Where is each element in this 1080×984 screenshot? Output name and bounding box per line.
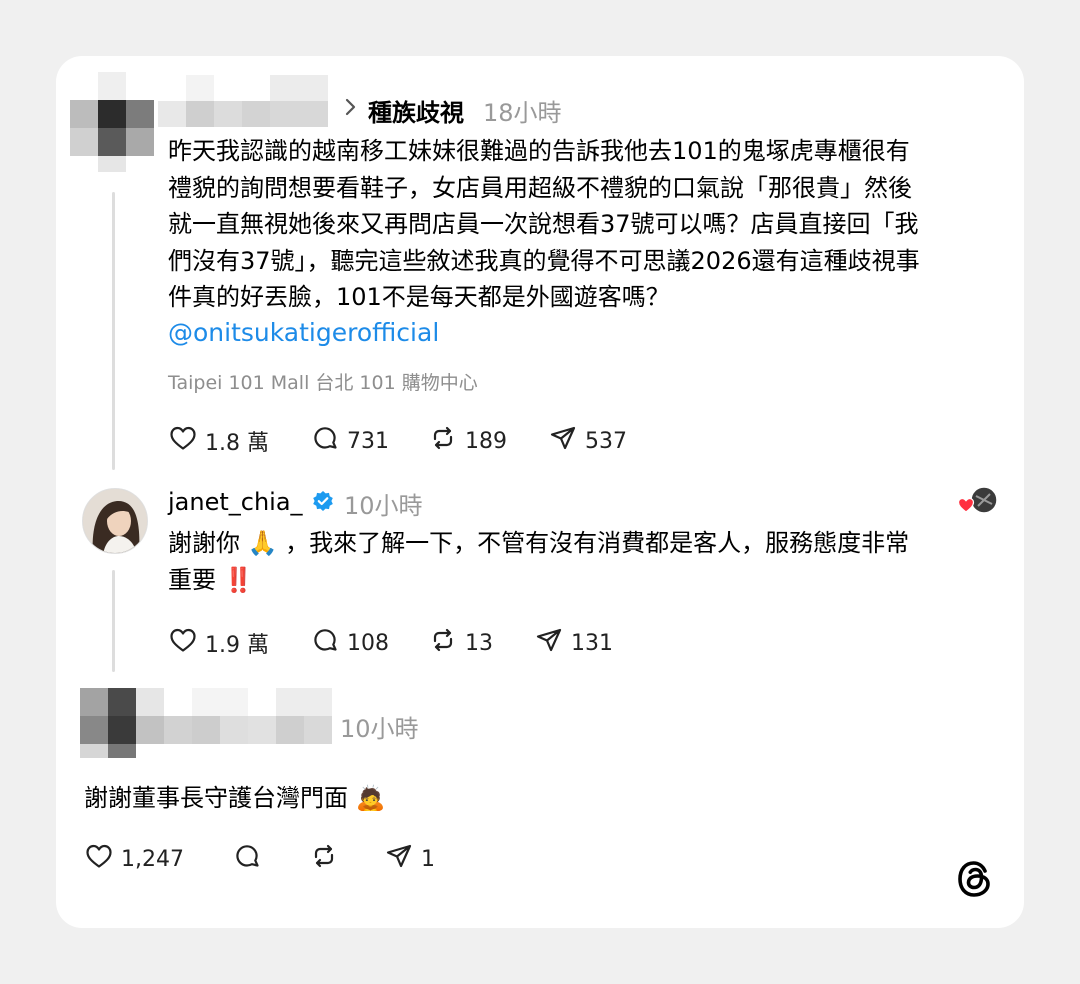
username[interactable]: janet_chia_: [168, 488, 303, 516]
like-button[interactable]: 1,247: [84, 841, 184, 877]
comment-button[interactable]: 731: [310, 423, 389, 459]
heart-icon: [84, 841, 114, 877]
like-count: 1,247: [121, 846, 184, 872]
repost-count: 189: [465, 428, 507, 454]
send-icon: [548, 423, 578, 459]
pixelated-avatar[interactable]: [70, 72, 154, 172]
post-body: 謝謝你 🙏 ，我來了解一下，不管有沒有消費都是客人，服務態度非常 重要 ‼️: [168, 529, 910, 594]
repost-count: 13: [465, 630, 493, 656]
comment-bubble-icon: [232, 841, 262, 877]
post-time: 10小時: [340, 715, 419, 743]
reply-chevron-icon: [344, 97, 358, 117]
comment-bubble-icon: [310, 625, 340, 661]
verified-badge-icon: [312, 490, 334, 512]
comment-button[interactable]: [232, 841, 262, 877]
post-time: 18小時: [483, 99, 562, 127]
pixelated-username[interactable]: [158, 75, 328, 127]
like-button[interactable]: 1.8 萬: [168, 423, 269, 459]
thread-line: [112, 570, 115, 672]
reply-to-label[interactable]: 種族歧視: [368, 93, 464, 128]
repost-icon: [428, 423, 458, 459]
like-count: 1.9 萬: [205, 633, 269, 658]
threads-logo-icon: [955, 858, 995, 900]
share-count: 537: [585, 428, 627, 454]
liked-by-author-badge: [957, 486, 998, 516]
send-icon: [534, 625, 564, 661]
comment-count: 108: [347, 630, 389, 656]
share-count: 131: [571, 630, 613, 656]
share-button[interactable]: 131: [534, 625, 613, 661]
comment-button[interactable]: 108: [310, 625, 389, 661]
post-body: 謝謝董事長守護台灣門面 🙇: [84, 784, 386, 812]
share-count: 1: [421, 846, 435, 872]
post-time: 10小時: [344, 492, 423, 520]
post-body: 昨天我認識的越南移工妹妹很難過的告訴我他去101的鬼塚虎專櫃很有 禮貌的詢問想要…: [168, 137, 920, 311]
heart-icon: [168, 625, 198, 661]
like-button[interactable]: 1.9 萬: [168, 625, 269, 661]
share-button[interactable]: 537: [548, 423, 627, 459]
repost-icon: [428, 625, 458, 661]
repost-button[interactable]: 13: [428, 625, 493, 661]
pixelated-avatar[interactable]: [80, 688, 164, 758]
location-tag[interactable]: Taipei 101 Mall 台北 101 購物中心: [168, 368, 478, 395]
repost-button[interactable]: [309, 841, 339, 877]
pixelated-username[interactable]: [164, 688, 332, 744]
comment-bubble-icon: [310, 423, 340, 459]
share-button[interactable]: 1: [384, 841, 435, 877]
avatar[interactable]: [82, 488, 148, 554]
repost-icon: [309, 841, 339, 877]
thread-line: [112, 192, 115, 470]
mention-link[interactable]: @onitsukatigerofficial: [168, 318, 439, 347]
repost-button[interactable]: 189: [428, 423, 507, 459]
comment-count: 731: [347, 428, 389, 454]
heart-icon: [168, 423, 198, 459]
send-icon: [384, 841, 414, 877]
like-count: 1.8 萬: [205, 431, 269, 456]
